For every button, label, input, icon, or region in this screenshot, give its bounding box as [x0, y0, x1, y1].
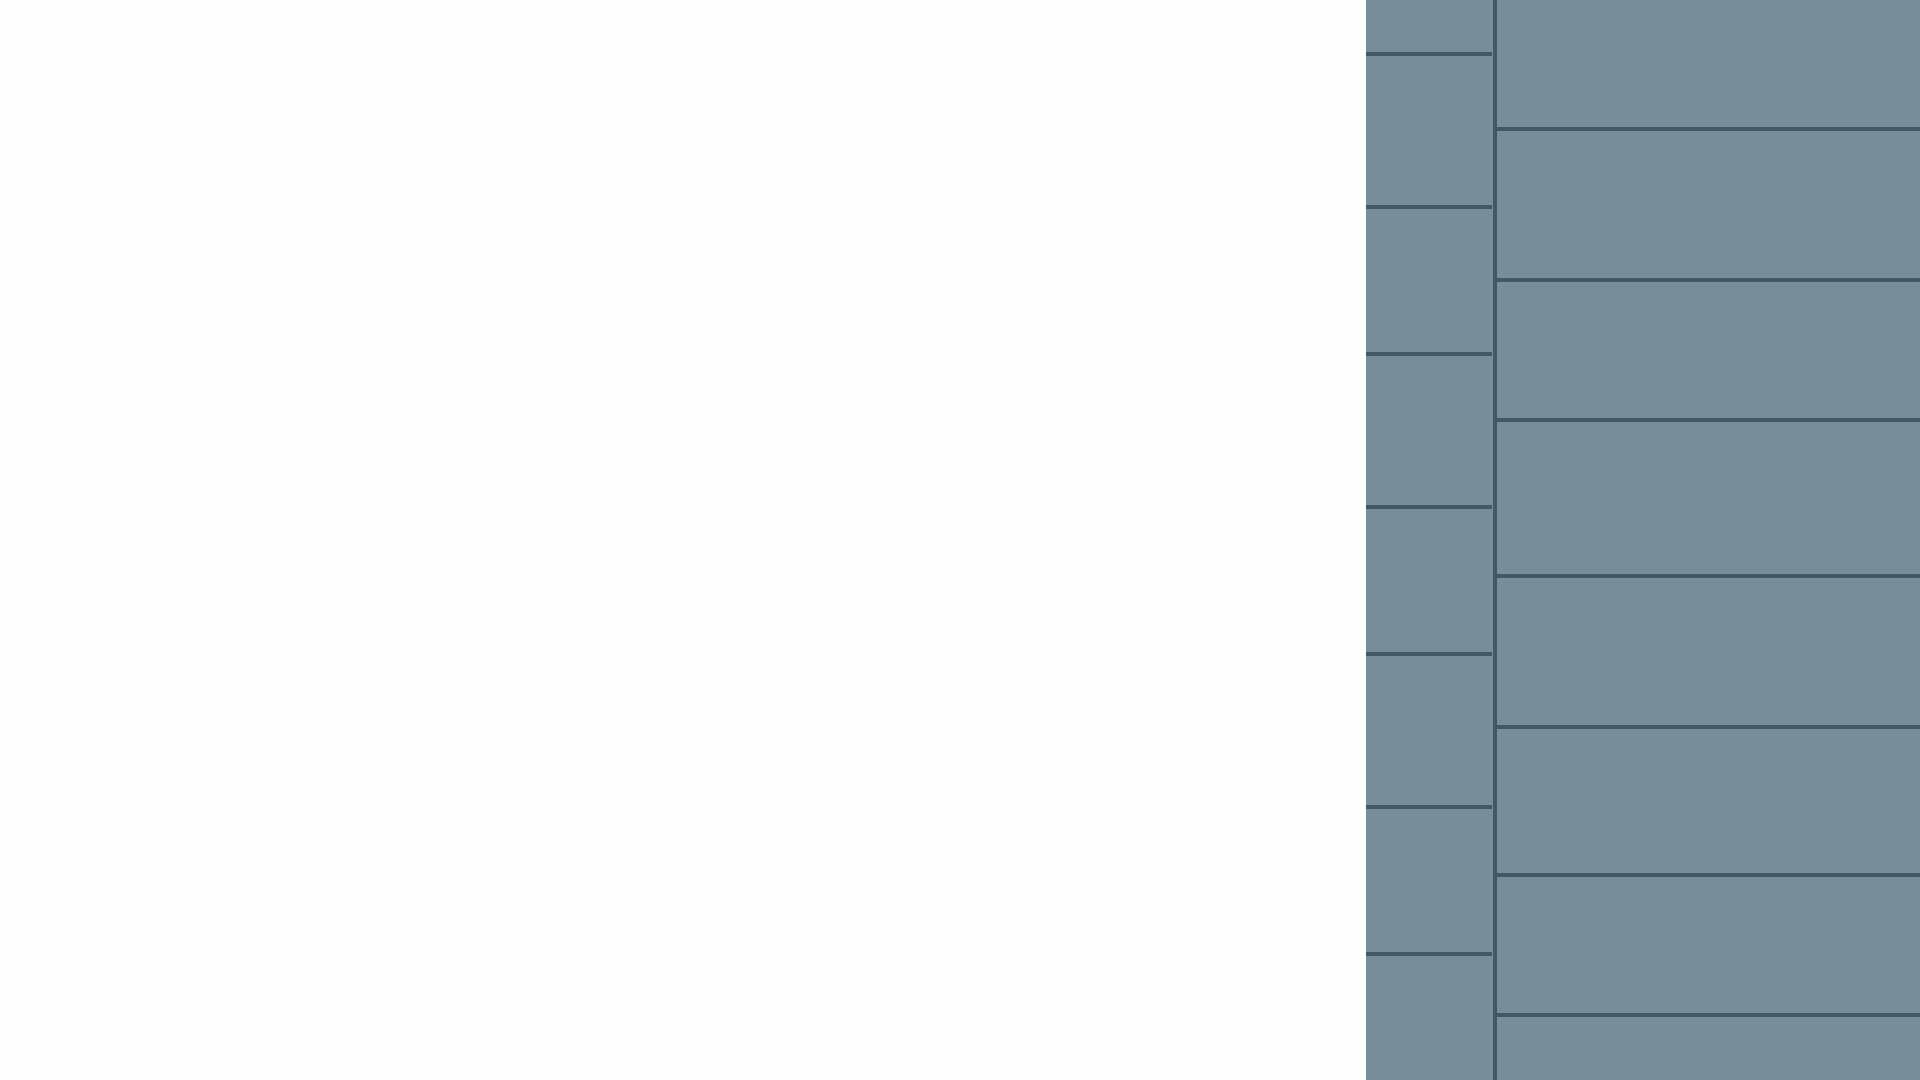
canvas [0, 0, 1920, 1080]
row-separator [1497, 278, 1920, 282]
row-separator [1366, 952, 1492, 956]
row-separator [1497, 418, 1920, 422]
row-separator [1497, 127, 1920, 131]
right-striped-column [1494, 0, 1920, 1080]
row-separator [1497, 873, 1920, 877]
row-separator [1366, 205, 1492, 209]
row-separator [1366, 352, 1492, 356]
row-separator [1497, 574, 1920, 578]
row-separator [1366, 805, 1492, 809]
left-striped-column [1366, 0, 1494, 1080]
row-separator [1366, 52, 1492, 56]
row-separator [1366, 652, 1492, 656]
row-separator [1497, 725, 1920, 729]
vertical-divider [1493, 0, 1497, 1080]
row-separator [1366, 505, 1492, 509]
row-separator [1497, 1013, 1920, 1017]
